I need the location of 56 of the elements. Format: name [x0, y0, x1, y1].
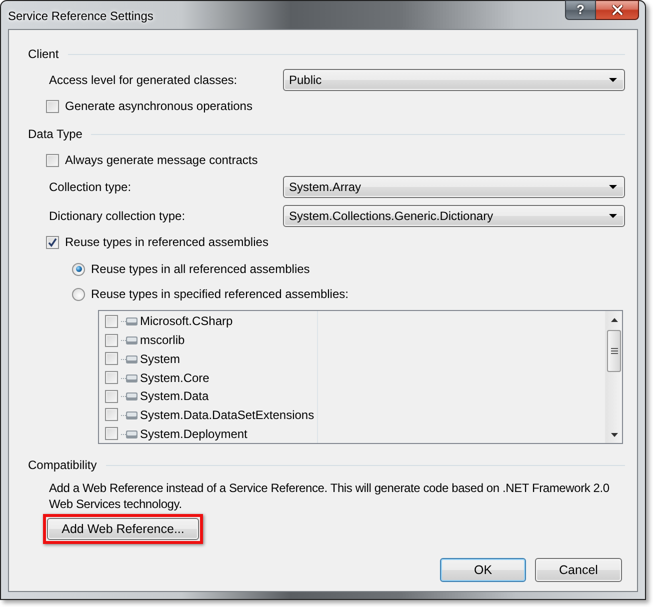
checkbox-label: Generate asynchronous operations — [65, 99, 252, 113]
reference-icon — [121, 428, 138, 439]
radio-button[interactable] — [72, 288, 85, 300]
assembly-name[interactable]: System.Data.DataSetExtensions — [140, 408, 314, 422]
description-text: Add a Web Reference instead of a Service Reference. This will generate code based on .NET Framework 2.0 Web Services technology. — [49, 480, 610, 512]
field-label: Access level for generated classes: — [49, 73, 238, 87]
checkbox[interactable] — [105, 334, 118, 347]
checkbox[interactable] — [105, 390, 118, 403]
radio-label: Reuse types in all referenced assemblies — [91, 262, 310, 276]
assembly-name[interactable]: System.Deployment — [140, 426, 248, 441]
window-title: Service Reference Settings — [8, 8, 154, 23]
field-label: Dictionary collection type: — [49, 209, 186, 223]
reference-icon — [121, 372, 138, 383]
dropdown[interactable]: System.Collections.Generic.Dictionary — [283, 205, 625, 227]
close-button[interactable] — [596, 0, 639, 20]
group-heading: Compatibility — [28, 458, 97, 472]
field-label: Collection type: — [49, 180, 132, 194]
check-icon — [48, 238, 57, 246]
group-heading: Data Type — [28, 127, 82, 141]
checkbox[interactable] — [105, 352, 118, 366]
checkbox-label: Always generate message contracts — [65, 153, 258, 167]
caret-icon — [609, 185, 617, 189]
assembly-name[interactable]: mscorlib — [140, 333, 185, 348]
reference-icon — [121, 354, 138, 364]
scroll-down-icon[interactable] — [610, 432, 618, 436]
caret-icon — [609, 214, 617, 218]
dropdown[interactable]: Public — [283, 69, 625, 91]
checkbox-label: Reuse types in referenced assemblies — [65, 235, 268, 249]
dialog-button[interactable]: OK — [440, 558, 526, 582]
checkbox[interactable] — [105, 371, 118, 384]
checkbox[interactable] — [46, 236, 59, 248]
reference-icon — [121, 335, 138, 346]
add-web-reference-button[interactable]: Add Web Reference... — [47, 518, 199, 540]
checkbox[interactable] — [105, 408, 118, 422]
assembly-name[interactable]: System — [140, 352, 180, 366]
close-icon — [612, 5, 622, 15]
group-heading: Client — [28, 47, 59, 61]
checkbox[interactable] — [46, 154, 59, 166]
help-button[interactable]: ? — [565, 0, 596, 20]
dialog-button[interactable]: Cancel — [535, 558, 622, 582]
scroll-thumb[interactable] — [607, 330, 621, 372]
reference-icon — [121, 316, 138, 326]
checkbox[interactable] — [105, 314, 118, 328]
caret-icon — [609, 78, 617, 82]
checkbox[interactable] — [105, 427, 118, 440]
radio-label: Reuse types in specified referenced assemblies: — [91, 287, 348, 301]
assembly-name[interactable]: Microsoft.CSharp — [140, 314, 233, 328]
assembly-name[interactable]: System.Data — [140, 389, 209, 404]
grip-icon — [610, 348, 618, 354]
dropdown[interactable]: System.Array — [283, 176, 625, 198]
assembly-name[interactable]: System.Core — [140, 370, 210, 385]
scroll-up-icon[interactable] — [610, 318, 618, 322]
reference-icon — [121, 391, 138, 402]
checkbox[interactable] — [46, 100, 59, 112]
reference-icon — [121, 410, 138, 420]
radio-button[interactable] — [72, 262, 85, 276]
